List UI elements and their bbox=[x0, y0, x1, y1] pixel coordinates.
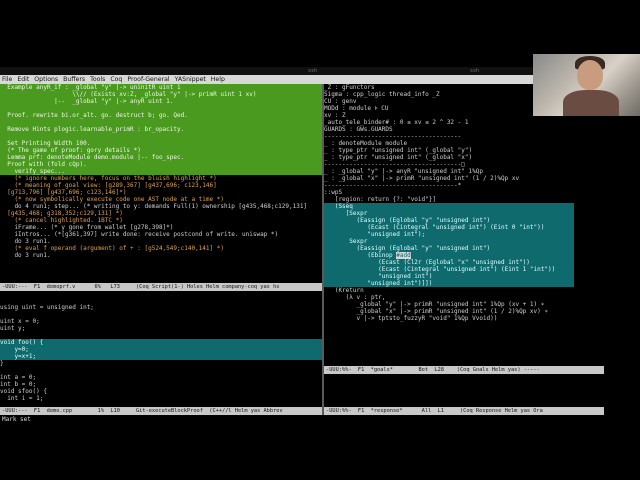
demoprf-code-line: iIntros... (*[g361,397] write done: rece… bbox=[0, 231, 279, 238]
goals-line: ::wpS bbox=[324, 189, 343, 196]
demoprf-code-line: (* cancel highlighted. 1BTC *) bbox=[0, 217, 123, 224]
goals-line: (Ecast (Cl2r (Eglobal "x" "unsigned int"… bbox=[324, 259, 574, 266]
cpp-code-line: uint x = 0; bbox=[0, 318, 40, 325]
menu-tools[interactable]: Tools bbox=[90, 76, 105, 83]
menu-file[interactable]: File bbox=[2, 76, 12, 83]
menu-help[interactable]: Help bbox=[211, 76, 225, 83]
minibuffer[interactable]: Mark set bbox=[0, 415, 640, 425]
goals-line: v |-> tptsto_fuzzyR "void" 1%Qp Vvoid)) bbox=[324, 315, 498, 322]
demoprf-code-line: Set Printing Width 100. bbox=[0, 140, 324, 147]
menu-edit[interactable]: Edit bbox=[17, 76, 29, 83]
goals-line: _ : type_ptr "unsigned int" (_global "x"… bbox=[324, 154, 473, 161]
demoprf-code-line: (* now symbolically execute code one AST… bbox=[0, 196, 224, 203]
goals-line: --------------------------------------□ bbox=[324, 161, 465, 168]
demoprf-editor-pane[interactable]: Example anyR_if : _global "y" |-> uninit… bbox=[0, 84, 324, 283]
window-tab-2[interactable]: ssh bbox=[308, 67, 317, 75]
goals-line: GUARDS : GWs.GUARDS bbox=[324, 126, 393, 133]
cpp-code-line bbox=[0, 332, 324, 339]
highlighted-operator: #add bbox=[396, 252, 411, 259]
coq-response-pane[interactable] bbox=[324, 374, 604, 407]
goals-pane-margin bbox=[574, 84, 640, 366]
goals-line: "unsigned int") bbox=[324, 273, 574, 280]
cpp-code-line: uint y; bbox=[0, 325, 26, 332]
demoprf-code-line: (* The game of proof: gory details *) bbox=[0, 147, 324, 154]
cpp-code-line: int a = 0; bbox=[0, 374, 37, 381]
goals-mode-line: -UUU:%%- F1 *goals* Bot L28 (Coq Goals H… bbox=[324, 366, 604, 374]
goals-line: _ : type_ptr "unsigned int" (_global "y"… bbox=[324, 147, 473, 154]
menu-proof-general[interactable]: Proof-General bbox=[127, 76, 169, 83]
demoprf-code-line bbox=[0, 133, 324, 140]
menu-coq[interactable]: Coq bbox=[110, 76, 122, 83]
goals-line: _auto_tele_binder# : 0 ≤ xv ≤ 2 ^ 32 - 1 bbox=[324, 119, 469, 126]
goals-line: _ : denoteModule module bbox=[324, 140, 408, 147]
demoprf-code-line: (* ignore numbers here, focus on the blu… bbox=[0, 175, 217, 182]
demoprf-code-line bbox=[0, 105, 324, 112]
goals-line: (Ecast (Cintegral "unsigned int") (Eint … bbox=[324, 224, 574, 231]
goals-line: _global "y" |-> primR "unsigned int" 1%Q… bbox=[324, 301, 545, 308]
goals-line: _global "x" |-> primR "unsigned int" (1 … bbox=[324, 308, 548, 315]
demoprf-code-line: do 3 run1. bbox=[0, 238, 51, 245]
goals-line-prefix: (Ebinop bbox=[324, 252, 397, 259]
demoprf-code-line: [g713,796] [g437,696; c123,146]*) bbox=[0, 189, 127, 196]
menu-options[interactable]: Options bbox=[34, 76, 58, 83]
webcam-person-face bbox=[577, 60, 603, 90]
demoprf-code-line: (* meaning of goal view: [g289,367] [g43… bbox=[0, 182, 217, 189]
cpp-code-line bbox=[0, 311, 324, 318]
cpp-code-line: int b = 0; bbox=[0, 381, 37, 388]
goals-line: _ : _global "y" |-> anyR "unsigned int" … bbox=[324, 168, 483, 175]
goals-line: (λ v : ptr, bbox=[324, 294, 386, 301]
coq-goals-pane[interactable]: _Z : gFunctors Sigma : cpp_logic thread_i… bbox=[324, 84, 574, 366]
demoprf-code-line: Example anyR_if : _global "y" |-> uninit… bbox=[0, 84, 324, 91]
goals-line: "unsigned int")]]) bbox=[324, 280, 574, 287]
goals-line: (Ebinop #add bbox=[324, 252, 574, 259]
demoprf-code-line: \\// (Exists xv:Z, _global "y" |-> primR… bbox=[0, 91, 324, 98]
demo-cpp-editor-pane[interactable]: using uint = unsigned int; uint x = 0; uin… bbox=[0, 297, 324, 407]
cpp-code-line bbox=[0, 297, 324, 304]
response-mode-line: -UUU:%%- F1 *response* All L1 (Coq Respo… bbox=[324, 407, 604, 415]
goals-line: _ : _global "x" |-> primR "unsigned int"… bbox=[324, 175, 520, 182]
webcam-overlay bbox=[533, 54, 640, 116]
window-tab-3[interactable]: ssh bbox=[470, 67, 479, 75]
demoprf-code-line: Proof. rewrite bi.or_alt. go. destruct b… bbox=[0, 112, 324, 119]
window-divider[interactable] bbox=[322, 84, 324, 415]
demo-cpp-mode-line: -UUU:--- F1 demo.cpp 1% L10 Git-executeB… bbox=[0, 407, 322, 415]
demoprf-code-line: Remove Hints plogic.learnable_primR : br… bbox=[0, 126, 324, 133]
goals-line: [region: return {?: "void"}] bbox=[324, 196, 436, 203]
demoprf-code-line: |-- _global "y" |-> anyR uint 1. bbox=[0, 98, 324, 105]
cpp-code-line bbox=[0, 367, 324, 374]
goals-line: (Kreturn bbox=[324, 287, 364, 294]
demoprf-mode-line: -UUU:--- F1 demoprf.v 6% L73 (Coq Script… bbox=[0, 283, 322, 291]
menu-yasnippet[interactable]: YASnippet bbox=[175, 76, 206, 83]
goals-line: (Eassign (Eglobal "y" "unsigned int") bbox=[324, 217, 574, 224]
cpp-code-line: int i = 1; bbox=[0, 395, 44, 402]
goals-line: (Sseq bbox=[324, 203, 574, 210]
goals-line: "unsigned int"); bbox=[324, 231, 574, 238]
demoprf-code-line: verify_spec... bbox=[0, 168, 324, 175]
cpp-code-line: void sfoo() { bbox=[0, 388, 47, 395]
goals-line: (Eassign (Eglobal "y" "unsigned int") bbox=[324, 245, 574, 252]
demoprf-code-line: do 3 run1. bbox=[0, 252, 51, 259]
demoprf-code-line bbox=[0, 119, 324, 126]
demoprf-code-line: iFrame... (* y gone from wallet [g278,39… bbox=[0, 224, 174, 231]
cpp-code-line: } bbox=[0, 360, 4, 367]
goals-line: [Sexpr bbox=[324, 210, 574, 217]
demoprf-code-line: Proof with (fold cQp). bbox=[0, 161, 324, 168]
demoprf-code-line: do 4 run1; step... (* writing to y: dema… bbox=[0, 203, 308, 210]
goals-line: -------------------------------------- bbox=[324, 133, 462, 140]
goals-line: (Ecast (Cintegral "unsigned int") (Eint … bbox=[324, 266, 574, 273]
demoprf-code-line: (* eval f operand (argument) of + : [g52… bbox=[0, 245, 224, 252]
cpp-code-line: using uint = unsigned int; bbox=[0, 304, 94, 311]
webcam-person-body bbox=[563, 90, 619, 116]
goals-line: Sexpr bbox=[324, 238, 574, 245]
goals-line: -------------------------------------* bbox=[324, 182, 462, 189]
demoprf-code-line: Lemma prf: denoteModule demo.module |-- … bbox=[0, 154, 324, 161]
menu-buffers[interactable]: Buffers bbox=[63, 76, 85, 83]
cpp-code-line: void foo() { bbox=[0, 339, 324, 346]
demoprf-code-line: [g435,468; g318,352;c129,131] *) bbox=[0, 210, 123, 217]
cpp-code-line: y=0; bbox=[0, 346, 324, 353]
cpp-code-line: y=x+1; bbox=[0, 353, 324, 360]
